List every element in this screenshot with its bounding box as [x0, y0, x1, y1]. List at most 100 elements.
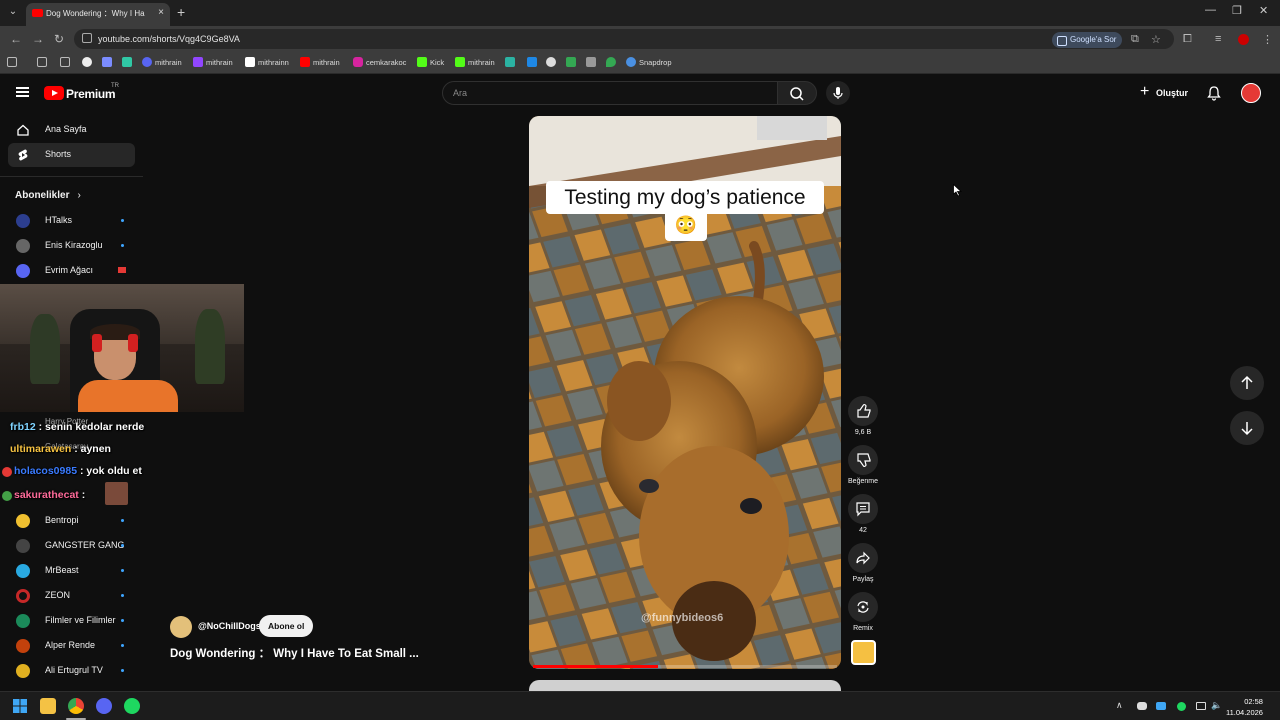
kick-icon	[455, 57, 465, 67]
site-info-icon[interactable]	[82, 33, 92, 43]
extensions-icon[interactable]: ⧠	[1183, 33, 1192, 46]
apps-icon[interactable]	[7, 57, 17, 67]
bookmark-icon[interactable]	[527, 57, 537, 67]
discord-tray-icon[interactable]	[1137, 702, 1147, 710]
profile-icon[interactable]	[1238, 34, 1249, 45]
sidebar-item-channel[interactable]: Alper Rende	[8, 634, 135, 658]
channel-avatar[interactable]	[170, 616, 192, 638]
bookmark-link[interactable]: mithrain	[155, 58, 182, 67]
sidebar-item-channel[interactable]: Filmler ve Filimler	[8, 609, 135, 633]
comments-action[interactable]: 42	[848, 494, 878, 534]
remix-button[interactable]	[848, 592, 878, 622]
bookmark-icon[interactable]	[82, 57, 92, 67]
install-icon[interactable]: ⧉	[1131, 33, 1139, 46]
sidebar-item-channel[interactable]: Ali Ertugrul TV	[8, 659, 135, 683]
spotify-tray-icon[interactable]	[1177, 702, 1186, 711]
new-tab-icon[interactable]: +	[177, 4, 185, 20]
sidebar-item-channel[interactable]: MrBeast	[8, 559, 135, 583]
bookmark-link[interactable]: mithrain	[206, 58, 233, 67]
tab-search-icon[interactable]: ⌄	[6, 5, 20, 19]
chat-message: sakurathecat :	[2, 482, 128, 505]
dislike-button[interactable]	[848, 445, 878, 475]
channel-avatar	[16, 664, 30, 678]
channel-name[interactable]: @NoChillDogs	[198, 621, 261, 631]
bookmark-link[interactable]: cemkarakoc	[366, 58, 406, 67]
audio-thumbnail[interactable]	[851, 640, 876, 665]
bookmark-link[interactable]: Snapdrop	[639, 58, 672, 67]
avatar[interactable]	[1241, 83, 1261, 103]
next-short-button[interactable]	[1230, 411, 1264, 445]
share-action[interactable]: Paylaş	[848, 543, 878, 583]
video-title[interactable]: Dog Wondering ： Why I Have To Eat Small …	[170, 645, 419, 661]
chat-user: holacos0985	[14, 465, 78, 477]
sidebar-item-home[interactable]: Ana Sayfa	[8, 118, 135, 142]
search-box[interactable]	[442, 81, 778, 105]
subscriptions-header[interactable]: Abonelikler	[15, 190, 81, 201]
tray-overflow-icon[interactable]: ∧	[1116, 700, 1123, 711]
youtube-logo-icon[interactable]	[44, 86, 64, 100]
channel-avatar	[16, 264, 30, 278]
tab-close-icon[interactable]: ×	[158, 7, 164, 18]
remix-action[interactable]: Remix	[848, 592, 878, 632]
search-button[interactable]	[777, 81, 817, 105]
like-button[interactable]	[848, 396, 878, 426]
reload-icon[interactable]: ↻	[54, 32, 64, 46]
youtube-logo-text[interactable]: Premium	[66, 87, 116, 101]
forward-icon[interactable]: →	[32, 32, 44, 46]
search-input[interactable]	[453, 86, 753, 100]
voice-search-button[interactable]	[826, 81, 850, 105]
sidebar-item-channel[interactable]: Bentropi	[8, 509, 135, 533]
sidebar-item-channel[interactable]: Evrim Ağacı	[8, 259, 135, 283]
headphones	[128, 334, 138, 352]
discord-icon[interactable]	[96, 698, 112, 714]
bookmark-star-icon[interactable]: ☆	[1151, 33, 1161, 46]
channel-avatar	[16, 239, 30, 253]
google-sor-button[interactable]: Google'a Sor	[1052, 32, 1123, 48]
network-icon[interactable]	[1196, 702, 1206, 710]
dislike-action[interactable]: Beğenme	[848, 445, 878, 485]
subscribe-button[interactable]: Abone ol	[259, 615, 314, 637]
bookmark-link[interactable]: mithrain	[313, 58, 340, 67]
sidebar-item-shorts[interactable]: Shorts	[8, 143, 135, 167]
menu-kebab-icon[interactable]: ⋮	[1262, 33, 1273, 46]
sidebar-item-channel[interactable]: HTalks	[8, 209, 135, 233]
chat-text: yok oldu et	[86, 465, 142, 477]
hamburger-menu-icon[interactable]	[16, 87, 29, 97]
maximize-icon[interactable]: ❐	[1232, 4, 1242, 17]
maps-icon[interactable]	[606, 57, 616, 67]
bookmark-icon[interactable]	[122, 57, 132, 67]
sidebar-item-channel[interactable]: GANGSTER GANG	[8, 534, 135, 558]
file-explorer-icon[interactable]	[40, 698, 56, 714]
folder-icon[interactable]	[37, 57, 47, 67]
bookmark-icon[interactable]	[102, 57, 112, 67]
system-clock[interactable]: 02:58 11.04.2026	[1226, 696, 1263, 718]
address-bar[interactable]: youtube.com/shorts/Vqg4C9Ge8VA	[74, 29, 1174, 49]
bookmark-link[interactable]: Kick	[430, 58, 444, 67]
bookmark-icon[interactable]	[505, 57, 515, 67]
comments-button[interactable]	[848, 494, 878, 524]
create-button[interactable]: Oluştur	[1136, 81, 1194, 104]
previous-short-button[interactable]	[1230, 366, 1264, 400]
back-icon[interactable]: ←	[10, 32, 22, 46]
window-close-icon[interactable]: ✕	[1259, 4, 1268, 17]
volume-icon[interactable]: 🔈	[1211, 700, 1222, 711]
windows-start-icon[interactable]	[12, 698, 28, 714]
sidebar-item-channel[interactable]: ZEON	[8, 584, 135, 608]
browser-tab-active[interactable]: Dog Wondering ：Why I Ha ×	[26, 3, 170, 26]
bookmark-icon[interactable]	[566, 57, 576, 67]
folder-icon[interactable]	[60, 57, 70, 67]
minimize-icon[interactable]: —	[1205, 4, 1216, 16]
notifications-bell-icon[interactable]	[1206, 85, 1222, 101]
vpn-tray-icon[interactable]	[1156, 702, 1166, 710]
spotify-icon[interactable]	[124, 698, 140, 714]
sidebar-item-channel[interactable]: Enis Kirazoglu	[8, 234, 135, 258]
like-action[interactable]: 9,6 B	[848, 396, 878, 436]
chrome-icon[interactable]	[68, 698, 84, 714]
bookmark-link[interactable]: mithrain	[468, 58, 495, 67]
bookmark-icon[interactable]	[546, 57, 556, 67]
video-progress-bar[interactable]	[533, 665, 837, 668]
bookmark-icon[interactable]	[586, 57, 596, 67]
media-icon[interactable]: ≡	[1215, 33, 1221, 45]
share-button[interactable]	[848, 543, 878, 573]
bookmark-link[interactable]: mithrainn	[258, 58, 289, 67]
